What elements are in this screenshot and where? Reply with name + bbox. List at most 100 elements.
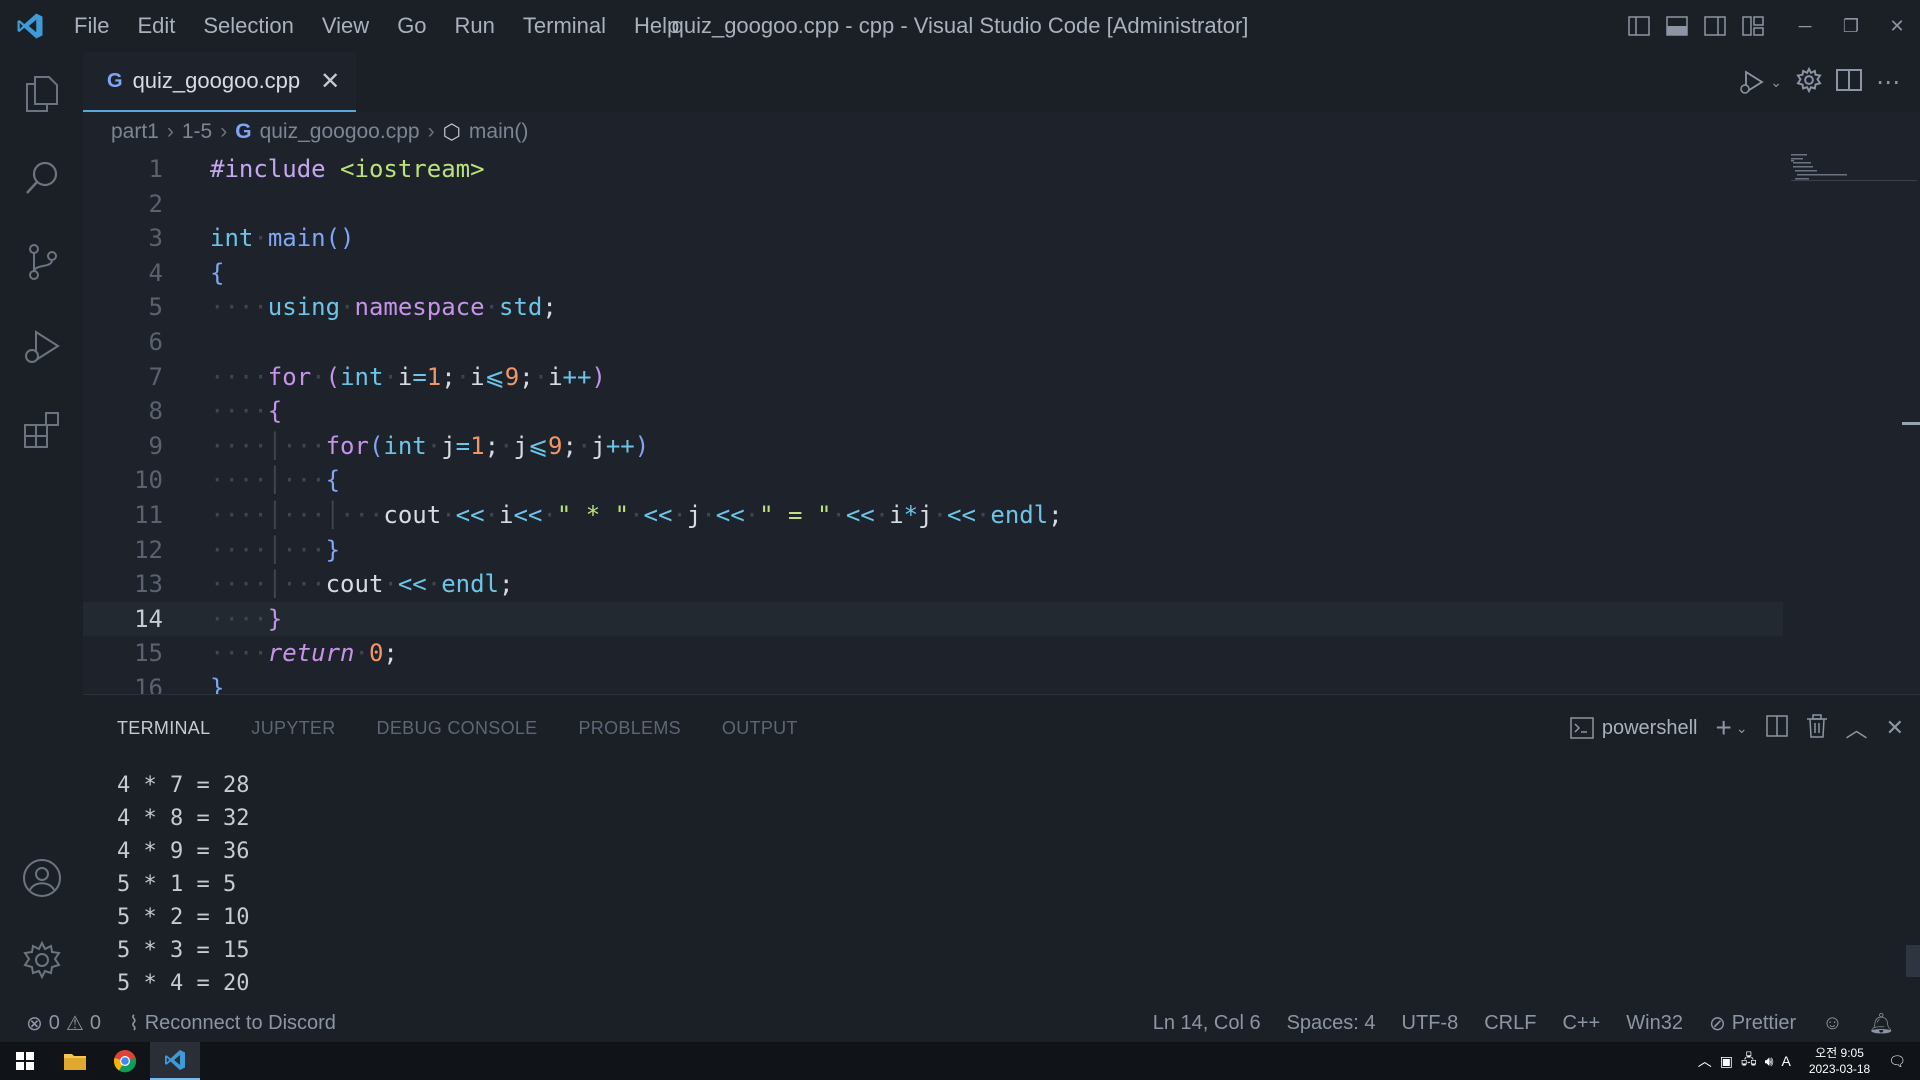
- breadcrumb-file[interactable]: quiz_googoo.cpp: [260, 120, 420, 144]
- network-icon[interactable]: 🖧︎: [1741, 1049, 1757, 1073]
- menu-terminal[interactable]: Terminal: [509, 0, 620, 52]
- show-hidden-icons-icon[interactable]: ︿: [1698, 1051, 1712, 1071]
- vscode-taskbar-icon[interactable]: [150, 1042, 200, 1080]
- breadcrumb-part1[interactable]: part1: [111, 120, 159, 144]
- indentation[interactable]: Spaces: 4: [1287, 1012, 1376, 1035]
- run-and-debug-icon[interactable]: [0, 304, 83, 388]
- manage-gear-icon[interactable]: [0, 918, 83, 1002]
- clock[interactable]: 오전 9:05 2023-03-18: [1799, 1045, 1880, 1077]
- vscode-logo-icon: [0, 0, 60, 52]
- pulse-icon: ⌇: [128, 1012, 139, 1035]
- menu-go[interactable]: Go: [383, 0, 440, 52]
- close-panel-icon[interactable]: ✕: [1886, 715, 1904, 741]
- tab-problems[interactable]: PROBLEMS: [578, 718, 680, 739]
- restore-button[interactable]: ❐: [1828, 0, 1874, 52]
- code-token: ;: [383, 639, 398, 668]
- close-window-button[interactable]: ✕: [1874, 0, 1920, 52]
- menu-file[interactable]: File: [60, 0, 123, 52]
- activity-bar: [0, 52, 83, 1004]
- menu-run[interactable]: Run: [441, 0, 509, 52]
- customize-layout-icon[interactable]: [1734, 0, 1772, 52]
- code-token: return: [267, 639, 355, 668]
- toggle-primary-sidebar-icon[interactable]: [1620, 0, 1658, 52]
- bell-icon[interactable]: 🔔︎: [1869, 1011, 1894, 1036]
- feedback-icon[interactable]: ☺: [1822, 1012, 1842, 1035]
- code-token: =: [412, 362, 427, 391]
- code-token: ;: [542, 293, 557, 322]
- accounts-icon[interactable]: [0, 836, 83, 920]
- system-tray: ︿ ▣ 🖧︎ 🔊︎ A 오전 9:05 2023-03-18 🗨︎: [1698, 1042, 1920, 1080]
- problems-status[interactable]: ⊗ 0 ⚠ 0: [26, 1011, 101, 1036]
- editor-tab[interactable]: G quiz_googoo.cpp ✕: [83, 52, 357, 112]
- breadcrumb-symbol[interactable]: main(): [469, 120, 529, 144]
- code-line: 13 ····│···cout·<<·endl;: [83, 567, 1783, 602]
- menu-help[interactable]: Help: [620, 0, 693, 52]
- close-tab-icon[interactable]: ✕: [320, 67, 340, 96]
- menu-selection[interactable]: Selection: [189, 0, 308, 52]
- menu-view[interactable]: View: [308, 0, 383, 52]
- error-count: 0: [48, 1011, 60, 1034]
- code-token: " * ": [556, 500, 630, 529]
- terminal-selector[interactable]: powershell: [1570, 717, 1697, 740]
- warning-count: 0: [89, 1011, 101, 1034]
- tab-debug-console[interactable]: DEBUG CONSOLE: [377, 718, 538, 739]
- toggle-secondary-sidebar-icon[interactable]: [1696, 0, 1734, 52]
- more-actions-icon[interactable]: ⋯: [1876, 68, 1900, 97]
- file-explorer-icon[interactable]: [50, 1042, 100, 1080]
- end-of-line[interactable]: CRLF: [1484, 1012, 1536, 1035]
- trash-icon[interactable]: [1806, 713, 1828, 743]
- split-terminal-icon[interactable]: [1765, 714, 1788, 742]
- split-editor-icon[interactable]: [1836, 68, 1862, 97]
- language-mode[interactable]: C++: [1562, 1012, 1600, 1035]
- menu-edit[interactable]: Edit: [123, 0, 189, 52]
- breadcrumb-folder[interactable]: 1-5: [182, 120, 212, 144]
- cursor-position[interactable]: Ln 14, Col 6: [1153, 1012, 1261, 1035]
- windows-taskbar: ︿ ▣ 🖧︎ 🔊︎ A 오전 9:05 2023-03-18 🗨︎: [0, 1042, 1920, 1080]
- chrome-icon[interactable]: [100, 1042, 150, 1080]
- search-icon[interactable]: [0, 136, 83, 220]
- code-token: for: [267, 362, 312, 391]
- tab-terminal[interactable]: TERMINAL: [117, 718, 210, 739]
- source-control-icon[interactable]: [0, 220, 83, 304]
- code-token: endl: [441, 570, 499, 599]
- terminal-output[interactable]: 4 * 7 = 28 4 * 8 = 32 4 * 9 = 36 5 * 1 =…: [117, 769, 249, 1000]
- settings-gear-icon[interactable]: [1796, 66, 1822, 98]
- tab-output[interactable]: OUTPUT: [722, 718, 798, 739]
- new-terminal-icon[interactable]: + ⌄: [1715, 714, 1747, 742]
- code-line: 16}: [83, 671, 1783, 694]
- chevron-down-icon[interactable]: ⌄: [1770, 74, 1782, 91]
- volume-icon[interactable]: 🔊︎: [1765, 1053, 1774, 1070]
- minimap[interactable]: [1783, 152, 1920, 694]
- breadcrumb: part1 › 1-5 › G quiz_googoo.cpp › ⬡ main…: [83, 112, 1920, 152]
- code-token: for: [325, 431, 369, 460]
- explorer-icon[interactable]: [0, 52, 83, 136]
- device-icon[interactable]: ▣: [1720, 1053, 1733, 1070]
- code-token: i: [889, 500, 904, 529]
- notifications-icon[interactable]: 🗨︎: [1888, 1053, 1920, 1070]
- chevron-down-icon[interactable]: ⌄: [1736, 720, 1748, 737]
- encoding[interactable]: UTF-8: [1402, 1012, 1459, 1035]
- code-editor[interactable]: 1 #include <iostream> 2 3 int·main() 4{ 5 ·…: [83, 152, 1783, 694]
- code-token: ⩽: [484, 362, 505, 391]
- tab-jupyter[interactable]: JUPYTER: [251, 718, 335, 739]
- platform[interactable]: Win32: [1626, 1012, 1683, 1035]
- prettier-status[interactable]: ⊘ Prettier: [1709, 1011, 1796, 1036]
- maximize-panel-icon[interactable]: ︿: [1846, 712, 1868, 744]
- run-code-icon[interactable]: ⌄: [1738, 68, 1782, 96]
- panel-actions: powershell + ⌄ ︿ ✕: [1570, 695, 1904, 761]
- discord-status[interactable]: ⌇ Reconnect to Discord: [129, 1011, 336, 1036]
- terminal-scrollbar[interactable]: [1906, 945, 1920, 977]
- code-token: <<: [397, 570, 427, 599]
- terminal-line: 5 * 4 = 20: [117, 971, 250, 996]
- code-line: 9 ····│···for(int·j=1;·j⩽9;·j++): [83, 429, 1783, 464]
- ime-indicator[interactable]: A: [1781, 1053, 1790, 1069]
- windows-start-icon[interactable]: [0, 1042, 50, 1080]
- toggle-panel-icon[interactable]: [1658, 0, 1696, 52]
- discord-label: Reconnect to Discord: [144, 1011, 336, 1034]
- terminal-line: 4 * 8 = 32: [117, 806, 250, 831]
- minimize-button[interactable]: ─: [1782, 0, 1828, 52]
- line-number: 8: [148, 397, 163, 426]
- clock-date: 2023-03-18: [1808, 1062, 1871, 1076]
- extensions-icon[interactable]: [0, 388, 83, 472]
- line-number: 3: [148, 224, 163, 253]
